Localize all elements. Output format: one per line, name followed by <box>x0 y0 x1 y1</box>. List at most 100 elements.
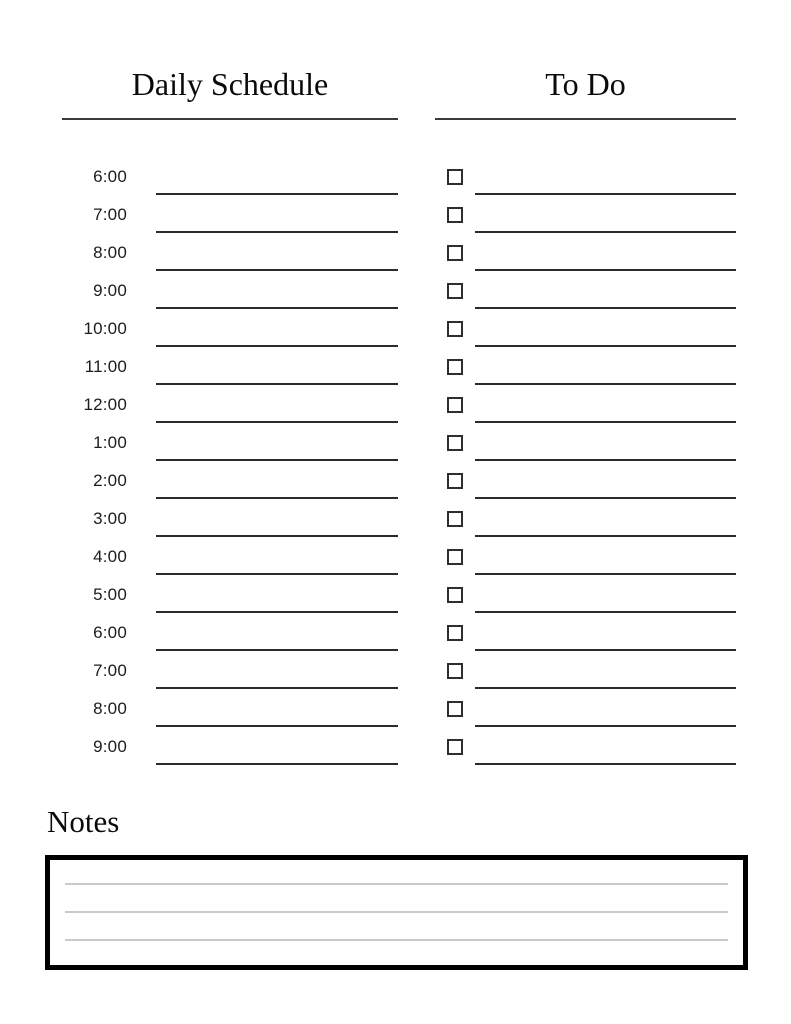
todo-write-line[interactable] <box>475 725 736 727</box>
checkbox-icon[interactable] <box>447 473 463 489</box>
todo-row <box>447 730 736 768</box>
checkbox-icon[interactable] <box>447 359 463 375</box>
checkbox-icon[interactable] <box>447 397 463 413</box>
schedule-write-line[interactable] <box>156 269 398 271</box>
checkbox-icon[interactable] <box>447 739 463 755</box>
schedule-row: 8:00 <box>62 692 398 730</box>
schedule-row: 7:00 <box>62 198 398 236</box>
todo-row <box>447 464 736 502</box>
schedule-time-label: 4:00 <box>93 547 127 566</box>
schedule-write-line[interactable] <box>156 725 398 727</box>
schedule-time-label: 3:00 <box>93 509 127 528</box>
schedule-time-label: 11:00 <box>84 357 127 376</box>
schedule-time-label: 6:00 <box>93 623 127 642</box>
schedule-time-label: 5:00 <box>93 585 127 604</box>
schedule-write-line[interactable] <box>156 459 398 461</box>
notes-box[interactable] <box>45 855 748 970</box>
schedule-time-label: 8:00 <box>93 699 127 718</box>
todo-write-line[interactable] <box>475 231 736 233</box>
todo-write-line[interactable] <box>475 269 736 271</box>
todo-write-line[interactable] <box>475 459 736 461</box>
todo-write-line[interactable] <box>475 307 736 309</box>
todo-write-line[interactable] <box>475 383 736 385</box>
schedule-row: 9:00 <box>62 730 398 768</box>
checkbox-icon[interactable] <box>447 663 463 679</box>
schedule-write-line[interactable] <box>156 345 398 347</box>
checkbox-icon[interactable] <box>447 283 463 299</box>
schedule-row: 3:00 <box>62 502 398 540</box>
todo-write-line[interactable] <box>475 497 736 499</box>
schedule-row: 2:00 <box>62 464 398 502</box>
todo-write-line[interactable] <box>475 763 736 765</box>
schedule-row: 7:00 <box>62 654 398 692</box>
schedule-write-line[interactable] <box>156 193 398 195</box>
schedule-write-line[interactable] <box>156 421 398 423</box>
todo-row <box>447 654 736 692</box>
notes-write-line[interactable] <box>65 911 728 913</box>
checkbox-icon[interactable] <box>447 245 463 261</box>
schedule-time-label: 7:00 <box>93 661 127 680</box>
schedule-time-label: 12:00 <box>83 395 127 414</box>
schedule-time-label: 7:00 <box>93 205 127 224</box>
schedule-row: 6:00 <box>62 160 398 198</box>
checkbox-icon[interactable] <box>447 625 463 641</box>
schedule-write-line[interactable] <box>156 383 398 385</box>
todo-row <box>447 540 736 578</box>
planner-page: Daily Schedule To Do 6:00 7:00 8:00 9:00 10:… <box>0 0 791 1024</box>
checkbox-icon[interactable] <box>447 435 463 451</box>
notes-write-line[interactable] <box>65 939 728 941</box>
schedule-column-heading: Daily Schedule <box>131 66 329 102</box>
schedule-heading-rule <box>62 118 398 120</box>
schedule-row: 4:00 <box>62 540 398 578</box>
schedule-time-label: 10:00 <box>83 319 127 338</box>
todo-row <box>447 388 736 426</box>
checkbox-icon[interactable] <box>447 549 463 565</box>
schedule-row: 5:00 <box>62 578 398 616</box>
schedule-write-line[interactable] <box>156 497 398 499</box>
schedule-write-line[interactable] <box>156 763 398 765</box>
schedule-write-line[interactable] <box>156 649 398 651</box>
todo-write-line[interactable] <box>475 345 736 347</box>
todo-row <box>447 274 736 312</box>
schedule-row: 10:00 <box>62 312 398 350</box>
todo-row <box>447 312 736 350</box>
notes-write-line[interactable] <box>65 883 728 885</box>
checkbox-icon[interactable] <box>447 321 463 337</box>
todo-write-line[interactable] <box>475 649 736 651</box>
todo-row <box>447 236 736 274</box>
checkbox-icon[interactable] <box>447 587 463 603</box>
todo-row <box>447 160 736 198</box>
schedule-write-line[interactable] <box>156 535 398 537</box>
schedule-write-line[interactable] <box>156 687 398 689</box>
schedule-list: 6:00 7:00 8:00 9:00 10:00 11:00 12:00 1:00 2:00 3… <box>62 160 398 768</box>
todo-write-line[interactable] <box>475 573 736 575</box>
notes-heading: Notes <box>47 804 120 839</box>
schedule-write-line[interactable] <box>156 611 398 613</box>
notes-ruled-lines <box>65 860 728 965</box>
checkbox-icon[interactable] <box>447 207 463 223</box>
todo-row <box>447 502 736 540</box>
todo-row <box>447 692 736 730</box>
todo-write-line[interactable] <box>475 611 736 613</box>
schedule-row: 12:00 <box>62 388 398 426</box>
schedule-row: 8:00 <box>62 236 398 274</box>
checkbox-icon[interactable] <box>447 169 463 185</box>
todo-row <box>447 616 736 654</box>
todo-heading-rule <box>435 118 736 120</box>
checkbox-icon[interactable] <box>447 511 463 527</box>
todo-write-line[interactable] <box>475 421 736 423</box>
todo-write-line[interactable] <box>475 687 736 689</box>
schedule-time-label: 1:00 <box>93 433 127 452</box>
todo-write-line[interactable] <box>475 535 736 537</box>
todo-row <box>447 198 736 236</box>
schedule-time-label: 9:00 <box>93 281 127 300</box>
checkbox-icon[interactable] <box>447 701 463 717</box>
schedule-row: 1:00 <box>62 426 398 464</box>
schedule-row: 6:00 <box>62 616 398 654</box>
schedule-write-line[interactable] <box>156 573 398 575</box>
schedule-time-label: 9:00 <box>93 737 127 756</box>
todo-row <box>447 350 736 388</box>
todo-write-line[interactable] <box>475 193 736 195</box>
schedule-write-line[interactable] <box>156 231 398 233</box>
schedule-write-line[interactable] <box>156 307 398 309</box>
